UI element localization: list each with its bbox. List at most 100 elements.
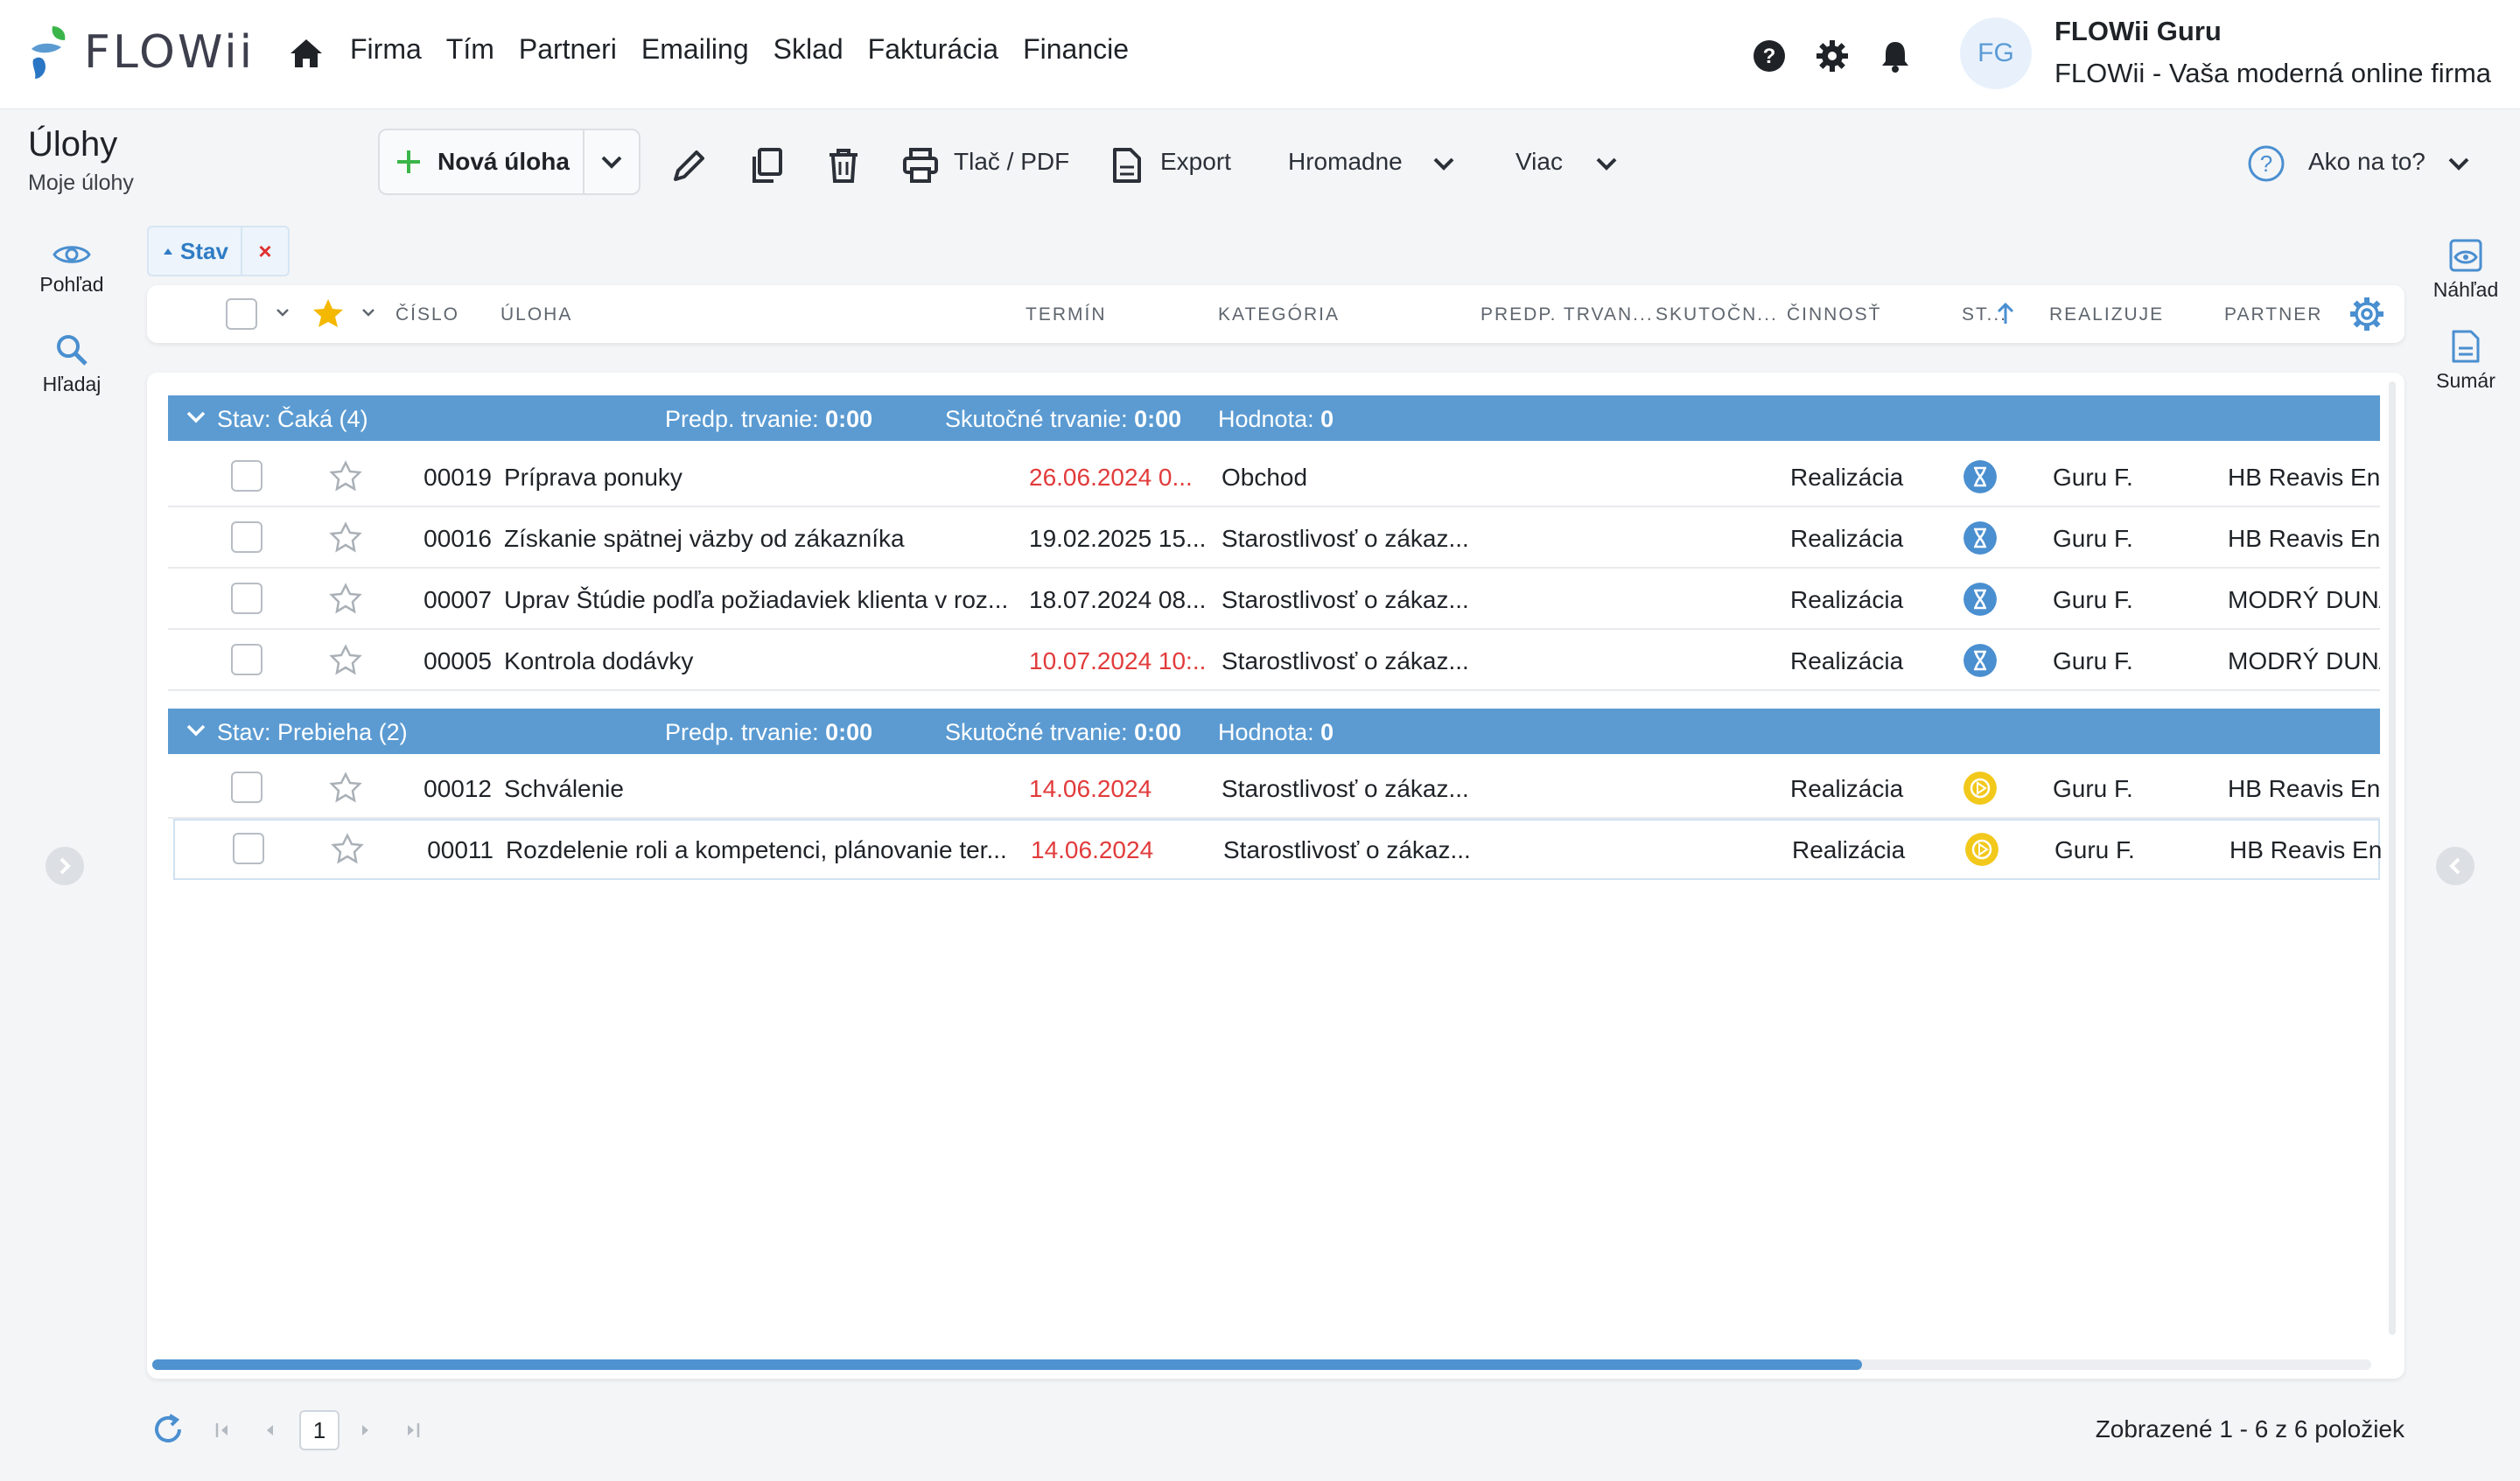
table-row[interactable]: 00007 Uprav Štúdie podľa požiadaviek kli…	[168, 569, 2380, 630]
chevron-down-icon[interactable]	[275, 306, 290, 318]
view-panel-button[interactable]: Pohľad	[26, 241, 117, 297]
task-partner[interactable]: HB Reavis Enti	[2228, 775, 2380, 803]
column-due[interactable]: Termín	[1026, 304, 1107, 325]
printer-icon[interactable]	[901, 146, 940, 185]
star-outline-icon[interactable]	[331, 833, 364, 864]
user-avatar[interactable]: FG	[1960, 17, 2032, 89]
column-settings-gear-icon[interactable]	[2348, 296, 2385, 332]
est-label: Predp. trvanie:	[665, 406, 819, 432]
task-name[interactable]: Príprava ponuky	[504, 464, 1012, 492]
summary-panel-button[interactable]: Sumár	[2422, 329, 2510, 393]
task-number: 00019	[424, 464, 492, 491]
refresh-icon[interactable]	[150, 1412, 186, 1447]
new-task-button[interactable]: Nová úloha	[380, 130, 584, 193]
chevron-down-icon[interactable]	[360, 306, 376, 318]
row-checkbox[interactable]	[231, 644, 262, 675]
nav-tim[interactable]: Tím	[446, 33, 494, 66]
column-partner[interactable]: Partner	[2224, 304, 2322, 325]
current-page[interactable]: 1	[299, 1410, 340, 1450]
chevron-down-icon[interactable]	[1432, 155, 1456, 172]
row-checkbox[interactable]	[231, 583, 262, 614]
horizontal-scrollbar-thumb[interactable]	[152, 1359, 1862, 1370]
help-circle-icon[interactable]: ?	[2247, 144, 2286, 183]
remove-group-button[interactable]: ×	[242, 238, 288, 265]
nav-emailing[interactable]: Emailing	[641, 33, 749, 66]
horizontal-scrollbar[interactable]	[152, 1359, 2371, 1370]
group-header-in-progress[interactable]: Stav: Prebieha (2) Predp. trvanie: 0:00 …	[168, 709, 2380, 754]
bulk-actions-button[interactable]: Hromadne	[1288, 148, 1403, 176]
column-activity[interactable]: Činnosť	[1787, 304, 1882, 325]
star-outline-icon[interactable]	[329, 521, 362, 553]
star-outline-icon[interactable]	[329, 772, 362, 803]
right-panel-toggle[interactable]	[2436, 847, 2474, 885]
next-page-icon[interactable]	[355, 1421, 374, 1440]
table-row[interactable]: 00012 Schválenie 14.06.2024 Starostlivos…	[168, 758, 2380, 819]
search-panel-button[interactable]: Hľadaj	[26, 332, 117, 396]
task-partner[interactable]: MODRÝ DUNA	[2228, 586, 2380, 614]
row-checkbox[interactable]	[231, 772, 262, 803]
sort-arrow-up-icon[interactable]	[1995, 301, 2016, 325]
nav-financie[interactable]: Financie	[1023, 33, 1129, 66]
column-assignee[interactable]: Realizuje	[2049, 304, 2164, 325]
column-task[interactable]: Úloha	[500, 304, 572, 325]
table-row[interactable]: 00019 Príprava ponuky 26.06.2024 0... Ob…	[168, 446, 2380, 507]
nav-sklad[interactable]: Sklad	[774, 33, 844, 66]
first-page-icon[interactable]	[214, 1421, 233, 1440]
document-export-icon[interactable]	[1108, 146, 1146, 185]
chip-text: Stav	[180, 237, 228, 264]
more-button[interactable]: Viac	[1516, 148, 1563, 176]
copy-icon[interactable]	[747, 146, 786, 185]
last-page-icon[interactable]	[402, 1421, 422, 1440]
task-name[interactable]: Získanie spätnej väzby od zákazníka	[504, 525, 1012, 553]
table-row[interactable]: 00005 Kontrola dodávky 10.07.2024 10:...…	[168, 630, 2380, 691]
user-name[interactable]: FLOWii Guru	[2054, 16, 2222, 47]
column-actual-duration[interactable]: Skutočn...	[1656, 304, 1778, 325]
star-filled-icon[interactable]	[312, 297, 345, 329]
star-outline-icon[interactable]	[329, 460, 362, 492]
group-header-waiting[interactable]: Stav: Čaká (4) Predp. trvanie: 0:00 Skut…	[168, 395, 2380, 441]
task-name[interactable]: Kontrola dodávky	[504, 647, 1012, 675]
preview-panel-button[interactable]: Náhľad	[2422, 238, 2510, 302]
task-partner[interactable]: HB Reavis Enti	[2230, 836, 2382, 864]
column-number[interactable]: Číslo	[396, 304, 459, 325]
previous-page-icon[interactable]	[261, 1421, 280, 1440]
group-by-chip-label[interactable]: Stav	[149, 227, 242, 275]
group-title: Stav: Čaká (4)	[217, 406, 368, 432]
left-panel-toggle[interactable]	[46, 847, 84, 885]
row-checkbox[interactable]	[233, 833, 264, 864]
column-estimated-duration[interactable]: Predp. trvan...	[1480, 304, 1654, 325]
help-icon[interactable]: ?	[1752, 38, 1787, 73]
star-outline-icon[interactable]	[329, 583, 362, 614]
row-checkbox[interactable]	[231, 460, 262, 492]
task-partner[interactable]: HB Reavis Enti	[2228, 464, 2380, 492]
select-all-checkbox[interactable]	[226, 298, 257, 330]
chevron-down-icon[interactable]	[2446, 155, 2471, 172]
task-partner[interactable]: HB Reavis Enti	[2228, 525, 2380, 553]
vertical-scrollbar[interactable]	[2389, 381, 2396, 1335]
star-outline-icon[interactable]	[329, 644, 362, 675]
chevron-down-icon[interactable]	[1594, 155, 1619, 172]
print-pdf-button[interactable]: Tlač / PDF	[954, 148, 1069, 176]
row-checkbox[interactable]	[231, 521, 262, 553]
nav-partneri[interactable]: Partneri	[519, 33, 617, 66]
task-due: 14.06.2024	[1029, 775, 1152, 802]
home-icon[interactable]	[289, 38, 324, 69]
flowii-logo[interactable]: FLOWii	[26, 24, 255, 80]
task-name[interactable]: Schválenie	[504, 775, 1012, 803]
edit-pencil-icon[interactable]	[670, 146, 709, 185]
trash-icon[interactable]	[824, 146, 863, 185]
table-row[interactable]: 00016 Získanie spätnej väzby od zákazník…	[168, 507, 2380, 569]
nav-fakturacia[interactable]: Fakturácia	[868, 33, 998, 66]
how-to-button[interactable]: Ako na to?	[2308, 148, 2426, 176]
task-partner[interactable]: MODRÝ DUNA	[2228, 647, 2380, 675]
nav-firma[interactable]: Firma	[350, 33, 422, 66]
task-name[interactable]: Rozdelenie roli a kompetenci, plánovanie…	[506, 836, 1013, 864]
table-row-selected[interactable]: 00011 Rozdelenie roli a kompetenci, plán…	[173, 819, 2382, 880]
preview-label: Náhľad	[2432, 278, 2499, 301]
task-name[interactable]: Uprav Štúdie podľa požiadaviek klienta v…	[504, 586, 1012, 614]
gear-icon[interactable]	[1815, 38, 1850, 73]
column-category[interactable]: Kategória	[1218, 304, 1340, 325]
new-task-dropdown-button[interactable]	[584, 130, 639, 193]
bell-icon[interactable]	[1878, 38, 1913, 73]
export-button[interactable]: Export	[1160, 148, 1231, 176]
